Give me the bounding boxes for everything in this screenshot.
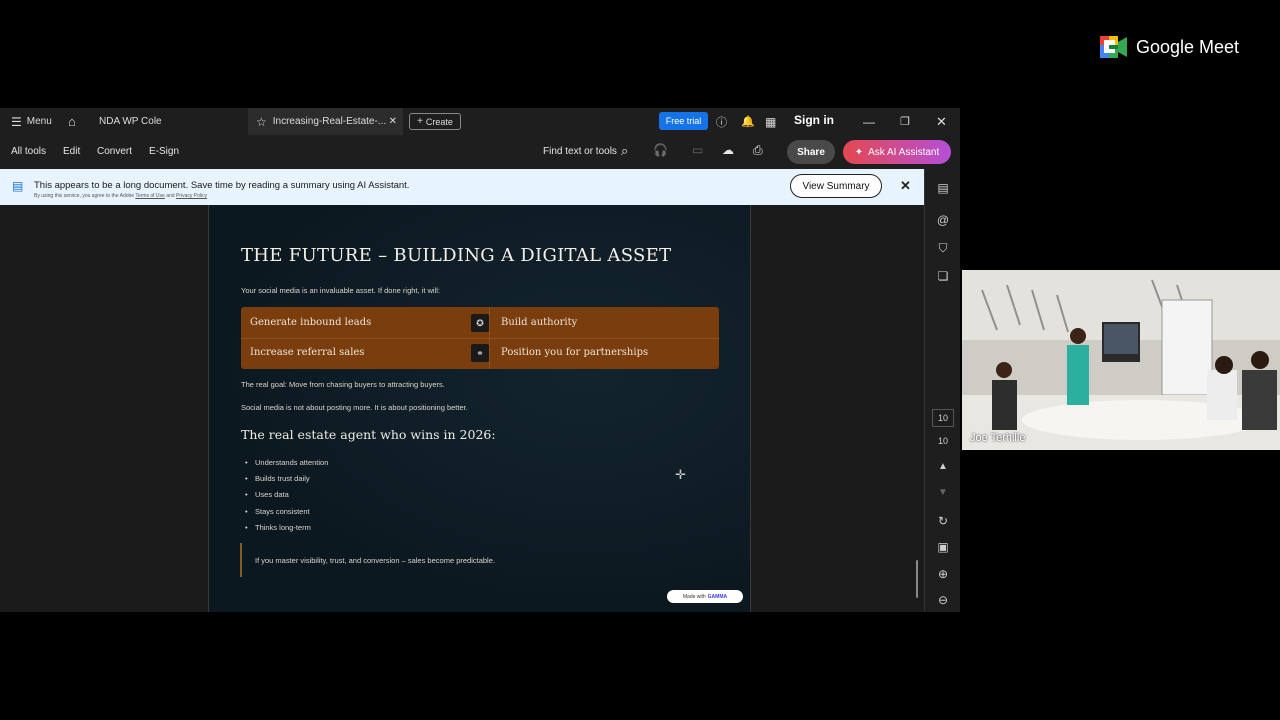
all-tools-link[interactable]: All tools <box>11 146 46 157</box>
meet-camera-icon <box>1100 36 1127 58</box>
badge-prefix: Made with <box>682 593 706 600</box>
find-text-link[interactable]: Find text or tools <box>543 146 617 157</box>
slide-intro: Your social media is an invaluable asset… <box>241 286 440 295</box>
window-close-icon[interactable]: ✕ <box>936 108 947 135</box>
refresh-icon[interactable]: ↻ <box>925 514 961 528</box>
star-icon[interactable]: ☆ <box>256 115 267 129</box>
help-icon[interactable]: ⓘ <box>716 108 727 135</box>
ai-summary-banner: ▤ This appears to be a long document. Sa… <box>0 169 924 205</box>
list-item: Uses data <box>245 490 289 499</box>
share-button[interactable]: Share <box>787 140 835 164</box>
upload-cloud-icon[interactable]: ☁ <box>722 143 734 157</box>
document-viewer[interactable]: THE FUTURE – BUILDING A DIGITAL ASSET Yo… <box>0 205 924 612</box>
tab-bar: ☰ Menu ⌂ NDA WP Cole ☆ Increasing-Real-E… <box>0 108 960 135</box>
badge-brand: GAMMA <box>707 593 728 600</box>
comment-panel-icon[interactable]: ▤ <box>925 181 961 195</box>
edit-link[interactable]: Edit <box>63 146 80 157</box>
esign-link[interactable]: E-Sign <box>149 146 179 157</box>
award-icon: ✪ <box>471 314 489 332</box>
page-fit-icon[interactable]: ▣ <box>925 540 961 554</box>
acrobat-window: ☰ Menu ⌂ NDA WP Cole ☆ Increasing-Real-E… <box>0 108 960 612</box>
slide-goal-text: The real goal: Move from chasing buyers … <box>241 380 445 389</box>
bell-icon[interactable]: 🔔 <box>741 108 755 135</box>
home-icon[interactable]: ⌂ <box>68 108 76 135</box>
screen: Google Meet Joe Terhille ☰ Menu ⌂ NDA WP… <box>0 0 1280 720</box>
toolbar: All tools Edit Convert E-Sign Find text … <box>0 135 960 169</box>
cursor-crosshair-icon: ✛ <box>675 467 686 482</box>
create-button[interactable]: + Create <box>409 113 461 130</box>
slide-title: THE FUTURE – BUILDING A DIGITAL ASSET <box>241 245 672 266</box>
pdf-page: THE FUTURE – BUILDING A DIGITAL ASSET Yo… <box>208 205 751 612</box>
google-meet-logo: Google Meet <box>1100 36 1239 58</box>
mention-icon[interactable]: @ <box>925 213 961 227</box>
quote-bar <box>240 543 242 577</box>
table-row-divider <box>241 338 719 339</box>
menu-label: Menu <box>26 116 52 127</box>
bookmark-icon[interactable]: ⛉ <box>925 241 961 256</box>
tab-label: NDA WP Cole <box>99 116 162 127</box>
list-item: Understands attention <box>245 458 328 467</box>
list-item: Stays consistent <box>245 507 310 516</box>
minimize-icon[interactable]: — <box>863 108 875 135</box>
banner-disclaimer: By using this service, you agree to the … <box>34 193 207 199</box>
search-icon[interactable]: ⌕ <box>621 143 628 159</box>
tab-increasing-real-estate[interactable]: ☆ Increasing-Real-Estate-... ✕ <box>248 108 403 135</box>
video-frame <box>962 270 1280 450</box>
chevron-down-icon[interactable]: ▼ <box>925 487 961 498</box>
benefits-table: Generate inbound leads ✪ Build authority… <box>241 307 719 369</box>
list-item: Thinks long-term <box>245 523 311 532</box>
page-current-value: 10 <box>931 409 954 427</box>
page-current[interactable]: 10 <box>925 409 961 427</box>
made-with-gamma-badge[interactable]: Made with GAMMA <box>667 590 743 603</box>
close-tab-icon[interactable]: ✕ <box>389 116 397 127</box>
disclaimer-text: By using this service, you agree to the … <box>34 193 135 199</box>
ai-button-label: Ask AI Assistant <box>868 146 940 158</box>
ask-ai-assistant-button[interactable]: ✦ Ask AI Assistant <box>843 140 951 164</box>
slide-quote: If you master visibility, trust, and con… <box>255 556 495 565</box>
table-cell: Generate inbound leads <box>250 317 372 328</box>
right-rail: ▤ @ ⛉ ❏ 10 10 ▲ ▼ ↻ ▣ ⊕ ⊖ <box>924 169 960 612</box>
table-cell: Increase referral sales <box>250 347 365 358</box>
summary-icon: ▤ <box>12 179 24 193</box>
plus-icon: + <box>417 116 423 127</box>
print-icon[interactable]: ⎙ <box>753 143 763 158</box>
table-column-divider <box>489 307 490 369</box>
menu-button[interactable]: ☰ Menu <box>11 108 52 135</box>
terms-of-use-link[interactable]: Terms of Use <box>135 193 164 199</box>
handshake-icon: ⚭ <box>471 344 489 362</box>
restore-icon[interactable]: ❐ <box>900 108 910 135</box>
apps-grid-icon[interactable]: ▦ <box>765 108 776 135</box>
banner-message: This appears to be a long document. Save… <box>34 180 410 191</box>
participant-name: Joe Terhille <box>970 432 1026 444</box>
zoom-in-icon[interactable]: ⊕ <box>925 567 961 581</box>
hamburger-icon: ☰ <box>11 114 22 129</box>
convert-link[interactable]: Convert <box>97 146 132 157</box>
participant-video[interactable] <box>962 270 1280 450</box>
sign-in-button[interactable]: Sign in <box>794 113 834 127</box>
banner-close-icon[interactable]: ✕ <box>900 178 911 194</box>
create-label: Create <box>425 116 453 127</box>
table-cell: Position you for partnerships <box>501 347 649 358</box>
scrollbar-thumb[interactable] <box>916 560 918 598</box>
privacy-policy-link[interactable]: Privacy Policy <box>176 193 207 199</box>
ai-sparkle-icon: ✦ <box>854 146 864 158</box>
table-cell: Build authority <box>501 317 578 328</box>
slide-positioning-text: Social media is not about posting more. … <box>241 403 468 412</box>
page-total: 10 <box>937 436 948 446</box>
list-item: Builds trust daily <box>245 474 310 483</box>
tab-label: Increasing-Real-Estate-... <box>272 116 387 127</box>
disclaimer-and: and <box>166 193 175 199</box>
free-trial-button[interactable]: Free trial <box>659 112 708 130</box>
headphones-icon[interactable]: 🎧 <box>653 143 668 157</box>
zoom-out-icon[interactable]: ⊖ <box>925 593 961 607</box>
tab-nda-wp-cole[interactable]: NDA WP Cole <box>99 108 162 135</box>
view-summary-button[interactable]: View Summary <box>790 174 882 198</box>
meet-app-name: Google Meet <box>1136 36 1240 57</box>
pages-icon[interactable]: ❏ <box>925 269 961 283</box>
chevron-up-icon[interactable]: ▲ <box>925 461 961 472</box>
save-icon[interactable]: ▭ <box>692 143 703 157</box>
slide-subheading: The real estate agent who wins in 2026: <box>241 427 496 442</box>
